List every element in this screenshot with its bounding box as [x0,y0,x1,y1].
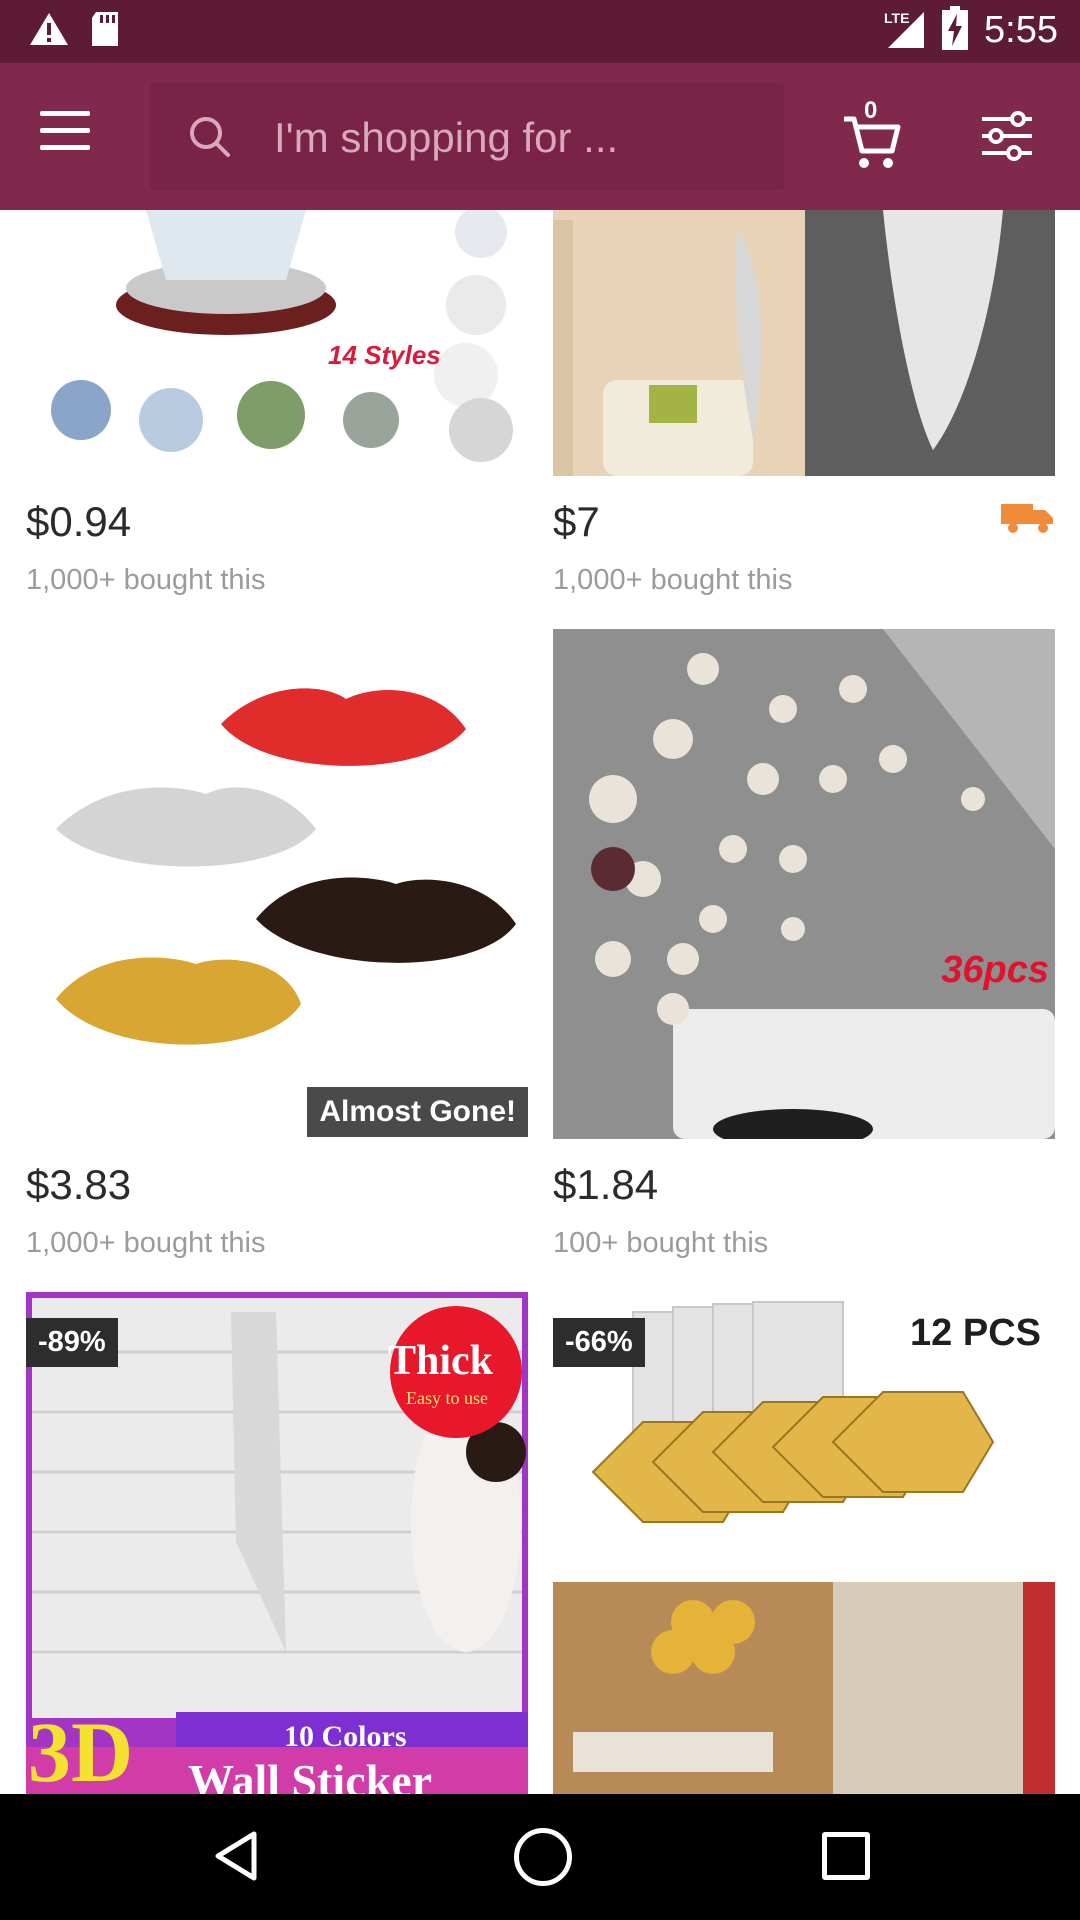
almost-gone-badge: Almost Gone! [307,1087,528,1137]
search-icon [190,117,230,157]
image-overlay-text: 36pcs [941,949,1049,991]
filter-sliders-icon [982,111,1032,161]
product-card[interactable]: $7 1,000+ bought this [553,210,1055,597]
signal-icon: LTE [884,6,926,55]
battery-icon [942,6,969,55]
product-price: $7 [553,498,600,545]
product-card[interactable]: -66% 12 PCS [553,1292,1055,1794]
product-image[interactable]: -89% Thick Easy to use 3D 10 Colors Wall… [26,1292,528,1794]
bought-count: 100+ bought this [553,1227,769,1259]
bought-count: 1,000+ bought this [26,1227,266,1259]
product-image[interactable]: 36pcs [553,629,1055,1139]
image-overlay-text: Thick [388,1338,494,1384]
back-icon[interactable] [214,1830,258,1882]
image-overlay-text: 12 PCS [910,1312,1041,1354]
search-bar[interactable] [150,83,784,192]
hexagon-mirror-image [553,1292,1055,1794]
lips-mirror-image [56,688,516,1045]
menu-icon-line [40,145,90,150]
product-price: $1.84 [553,1161,659,1208]
menu-button[interactable] [40,111,104,161]
product-price: $3.83 [26,1161,132,1208]
image-overlay-text: Wall Sticker [188,1755,433,1794]
product-card[interactable]: -89% Thick Easy to use 3D 10 Colors Wall… [26,1292,528,1794]
product-price: $0.94 [26,498,132,545]
cart-button[interactable]: 0 [842,97,902,171]
product-card[interactable]: 36pcs $1.84 100+ bought this [553,629,1055,1260]
product-image[interactable]: -66% 12 PCS [553,1292,1055,1794]
feather-mirror-image [553,210,1055,476]
bought-count: 1,000+ bought this [26,564,266,596]
image-overlay-text: Easy to use [406,1388,488,1408]
product-grid: 14 Styles $0.94 1,000+ bought this $7 1,… [0,210,1080,1794]
bought-count: 1,000+ bought this [553,564,793,596]
product-image[interactable]: Almost Gone! [26,629,528,1139]
menu-icon [40,111,90,116]
status-bar: LTE 5:55 [0,0,1080,63]
cart-icon [844,116,901,168]
discount-badge: -66% [553,1318,645,1367]
truck-icon [1001,504,1053,533]
butterfly-mirror-image [553,629,1055,1139]
image-overlay-text: 3D [28,1704,134,1794]
crystal-ornaments-image [51,210,513,462]
app-bar: 0 [0,63,1080,210]
discount-badge: -89% [26,1318,118,1367]
filter-button[interactable] [980,111,1034,161]
search-input[interactable] [272,83,756,192]
warning-icon [28,11,70,52]
image-overlay-text: 14 Styles [328,340,441,370]
product-image[interactable] [553,210,1055,476]
product-card[interactable]: 14 Styles $0.94 1,000+ bought this [26,210,528,597]
product-image[interactable]: 14 Styles [26,210,528,476]
menu-icon-line [40,128,90,133]
image-overlay-text: 10 Colors [284,1720,407,1753]
clock: 5:55 [984,9,1058,51]
sd-card-icon [88,10,122,53]
product-card[interactable]: Almost Gone! $3.83 1,000+ bought this [26,629,528,1260]
recents-icon[interactable] [822,1832,870,1880]
system-nav-bar [0,1794,1080,1920]
home-icon[interactable] [514,1828,572,1886]
